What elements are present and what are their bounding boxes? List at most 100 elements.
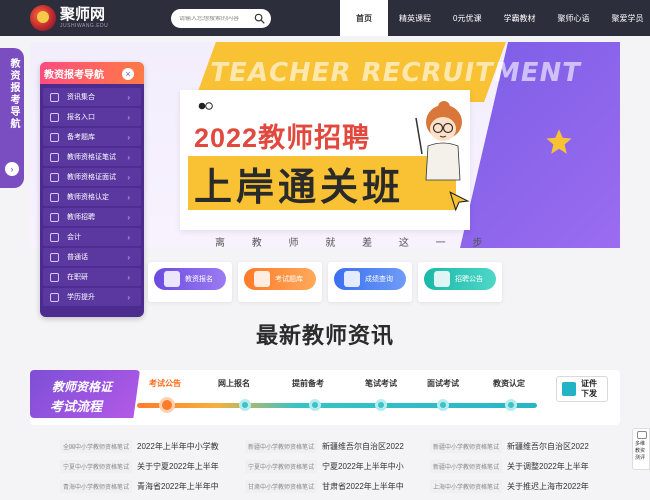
edit-icon (164, 271, 180, 287)
search-icon[interactable] (254, 13, 265, 24)
logo-icon (30, 5, 56, 31)
guide-item-recruitment[interactable]: 教师招聘 › (43, 208, 141, 226)
floating-assessment-widget[interactable]: 多维教资测评 (632, 428, 650, 470)
guide-item-accounting[interactable]: 会计 › (43, 228, 141, 246)
quick-entry-score-query[interactable]: 成绩查询 (328, 262, 412, 302)
flow-step-interview[interactable]: 面试考试 (427, 378, 459, 389)
quick-entry-question-bank[interactable]: 考试题库 (238, 262, 322, 302)
article-tag: 新疆中小学教师资格笔试 (430, 459, 503, 473)
article-item[interactable]: 上海中小学教师资格笔试关于推迟上海市2022年上半年中小学教师资格 (430, 479, 589, 493)
guide-item-degree[interactable]: 学历提升 › (43, 288, 141, 306)
chevron-right-icon[interactable]: › (5, 162, 19, 176)
nav-free-courses[interactable]: 0元优课 (442, 0, 492, 36)
guide-item-mandarin[interactable]: 普通话 › (43, 248, 141, 266)
guide-item-written-exam[interactable]: 教师资格证笔试 › (43, 148, 141, 166)
flow-badge-title: 教师资格证 (52, 380, 113, 394)
certificate-icon (50, 192, 59, 202)
guide-item-label: 普通话 (67, 254, 88, 261)
nav-textbooks[interactable]: 学霸教材 (492, 0, 546, 36)
site-logo[interactable]: 聚师网 JUSHIWANG.EDU (30, 4, 110, 32)
article-title[interactable]: 甘肃省2022年上半年中小学教师资格 (322, 481, 404, 492)
nav-students[interactable]: 聚爱学员 (600, 0, 650, 36)
cap-icon (50, 292, 59, 302)
banner-english-text: TEACHER RECRUITMENT (207, 58, 584, 88)
article-title[interactable]: 新疆维吾尔自治区2022年上半年 (322, 441, 404, 452)
calculator-icon (50, 232, 59, 242)
nav-elite-courses[interactable]: 精英课程 (388, 0, 442, 36)
exam-process-flow: 教师资格证 考试流程 考试公告 网上报名 提前备考 笔试考试 面试考试 教资认定… (30, 370, 620, 425)
article-tag: 宁夏中小学教师资格笔试 (245, 459, 318, 473)
chevron-right-icon: › (127, 272, 130, 282)
briefcase-icon (434, 271, 450, 287)
guide-item-registration[interactable]: 报名入口 › (43, 108, 141, 126)
nav-home[interactable]: 首页 (340, 0, 388, 36)
document-icon (50, 152, 59, 162)
flow-final-line2: 下发 (581, 389, 597, 398)
quick-entry-label: 教资报名 (185, 276, 213, 283)
microphone-icon (50, 252, 59, 262)
flow-step-preparation[interactable]: 提前备考 (292, 378, 324, 389)
article-item[interactable]: 全国中小学教师资格笔试 2022年上半年中小学教师资格考试 (60, 439, 219, 453)
star-icon (546, 129, 572, 154)
article-item[interactable]: 新疆中小学教师资格笔试新疆维吾尔自治区2022年上半年 (245, 439, 404, 453)
chevron-right-icon: › (127, 92, 130, 102)
flow-final-step[interactable]: 证件 下发 (556, 376, 608, 402)
flow-badge: 教师资格证 考试流程 (30, 370, 140, 418)
article-item[interactable]: 青海中小学教师资格笔试青海省2022年上半年中小学教师资格 (60, 479, 219, 493)
flow-progress-track (137, 403, 537, 408)
article-item[interactable]: 新疆中小学教师资格笔试新疆维吾尔自治区2022年上半年 (430, 439, 589, 453)
article-tag: 宁夏中小学教师资格笔试 (60, 459, 133, 473)
article-item[interactable]: 甘肃中小学教师资格笔试甘肃省2022年上半年中小学教师资格 (245, 479, 404, 493)
guide-item-label: 教师招聘 (67, 214, 95, 221)
guide-item-label: 教师资格证笔试 (67, 154, 116, 161)
main-nav: 首页 精英课程 0元优课 学霸教材 聚师心语 聚爱学员 (340, 0, 650, 36)
chevron-right-icon: › (127, 212, 130, 222)
article-title[interactable]: 关于调整2022年上半年中小学教师 (507, 461, 589, 472)
logo-name: 聚师网 (60, 6, 106, 23)
guide-item-interview[interactable]: 教师资格证面试 › (43, 168, 141, 186)
logo-subtitle: JUSHIWANG.EDU (60, 23, 109, 29)
floating-widget-label: 多维教资测评 (635, 441, 646, 461)
article-item[interactable]: 宁夏中小学教师资格笔试关于宁夏2022年上半年中小学教师 (60, 459, 219, 473)
guide-item-news[interactable]: 资讯集合 › (43, 88, 141, 106)
guide-item-label: 备考题库 (67, 134, 95, 141)
article-title[interactable]: 关于推迟上海市2022年上半年中小学教师资格 (507, 481, 589, 492)
chevron-right-icon: › (127, 172, 130, 182)
guide-item-label: 会计 (67, 234, 81, 241)
list-icon (254, 271, 270, 287)
nav-teacher-words[interactable]: 聚师心语 (546, 0, 600, 36)
flow-step-certification[interactable]: 教资认定 (493, 378, 525, 389)
flow-final-line1: 证件 (581, 379, 597, 388)
guide-item-certification[interactable]: 教师资格认定 › (43, 188, 141, 206)
close-icon[interactable]: × (122, 68, 134, 80)
dots-icon (198, 102, 213, 110)
guide-item-question-bank[interactable]: 备考题库 › (43, 128, 141, 146)
article-title[interactable]: 新疆维吾尔自治区2022年上半年 (507, 441, 589, 452)
graduation-icon (50, 272, 59, 282)
guide-item-label: 学历提升 (67, 294, 95, 301)
cursor-arrow-icon (449, 191, 470, 212)
banner-title-year: 2022教师招聘 (194, 123, 371, 153)
section-title: 最新教师资讯 (255, 323, 394, 348)
flow-dot-active (159, 397, 175, 413)
flow-step-registration[interactable]: 网上报名 (218, 378, 250, 389)
article-item[interactable]: 新疆中小学教师资格笔试关于调整2022年上半年中小学教师 (430, 459, 589, 473)
guide-item-label: 资讯集合 (67, 94, 95, 101)
article-title[interactable]: 2022年上半年中小学教师资格考试 (137, 441, 219, 452)
guide-title: 教资报考导航 (44, 70, 104, 81)
chart-icon (344, 271, 360, 287)
flow-step-announcement[interactable]: 考试公告 (149, 378, 181, 389)
article-title[interactable]: 青海省2022年上半年中小学教师资格 (137, 481, 219, 492)
certificate-icon (562, 382, 576, 396)
article-title[interactable]: 关于宁夏2022年上半年中小学教师 (137, 461, 219, 472)
article-item[interactable]: 宁夏中小学教师资格笔试宁夏2022年上半年中小学教师资格 (245, 459, 404, 473)
article-tag: 新疆中小学教师资格笔试 (245, 439, 318, 453)
search-box (171, 9, 271, 28)
guide-item-postgrad[interactable]: 在职研 › (43, 268, 141, 286)
side-nav-tab[interactable]: 教资报考导航 › (0, 48, 24, 188)
quick-entry-registration[interactable]: 教资报名 (148, 262, 232, 302)
flow-step-written[interactable]: 笔试考试 (365, 378, 397, 389)
article-title[interactable]: 宁夏2022年上半年中小学教师资格 (322, 461, 404, 472)
quick-entry-recruitment-notice[interactable]: 招聘公告 (418, 262, 502, 302)
search-input[interactable] (179, 15, 253, 22)
